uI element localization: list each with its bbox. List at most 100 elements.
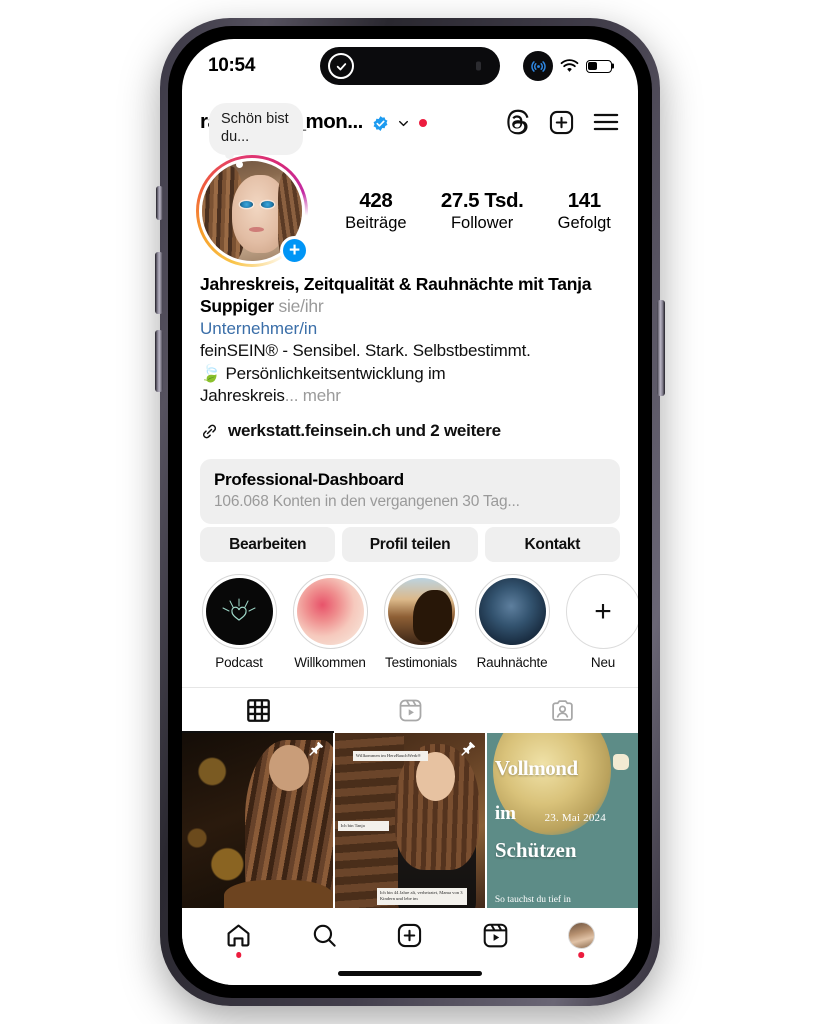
hamburger-menu-icon[interactable]	[592, 111, 620, 133]
bio-line-3-text: Jahreskreis	[200, 386, 285, 406]
tagged-person-icon	[551, 700, 573, 721]
nav-search[interactable]	[296, 914, 352, 958]
tab-tagged[interactable]	[486, 688, 638, 733]
stat-posts[interactable]: 428 Beiträge	[345, 189, 406, 233]
stat-followers[interactable]: 27.5 Tsd. Follower	[441, 189, 524, 233]
highlight-rauhnaechte[interactable]: Rauhnächte	[473, 574, 551, 684]
post-title-line-1: Vollmond	[494, 755, 578, 780]
highlight-cover	[478, 578, 546, 645]
profile-links[interactable]: werkstatt.feinsein.ch und 2 weitere	[200, 421, 620, 441]
reels-icon	[483, 923, 508, 948]
plus-icon: +	[565, 574, 638, 649]
grid-icon	[246, 699, 270, 722]
post-writing[interactable]	[182, 733, 333, 908]
post-title-line-2: im	[494, 803, 516, 824]
share-profile-button[interactable]: Profil teilen	[342, 527, 478, 562]
broadcast-icon	[523, 51, 553, 81]
highlight-cover	[387, 578, 455, 645]
bio-line-3: Jahreskreis... mehr	[200, 385, 620, 407]
display-name-text: Jahreskreis, Zeitqualität & Rauhnächte m…	[200, 274, 592, 317]
tab-reels[interactable]	[334, 688, 486, 733]
nav-home[interactable]	[211, 914, 267, 958]
highlight-label: Podcast	[215, 655, 263, 670]
profile-stats: 428 Beiträge 27.5 Tsd. Follower 141 Gefo…	[308, 189, 638, 233]
stat-following[interactable]: 141 Gefolgt	[558, 189, 611, 233]
status-clock: 10:54	[208, 55, 256, 76]
profile-tabs	[182, 687, 638, 733]
highlight-add-new[interactable]: + Neu	[564, 574, 638, 684]
pin-icon	[309, 741, 323, 756]
profile-notification-dot	[578, 952, 584, 958]
stat-value: 27.5 Tsd.	[440, 189, 524, 212]
highlight-podcast[interactable]: Podcast	[200, 574, 278, 684]
post-subtitle: So tauchst du tief in	[494, 894, 571, 905]
dashboard-subtitle: 106.068 Konten in den vergangenen 30 Tag…	[214, 493, 520, 510]
post-vollmond[interactable]: Vollmond im 23. Mai 2024 Schützen So tau…	[487, 733, 638, 908]
highlight-willkommen[interactable]: Willkommen	[291, 574, 369, 684]
post-caption: Ich bin 44 Jahre alt, verheiratet, Mama …	[376, 888, 468, 905]
profile-action-buttons: Bearbeiten Profil teilen Kontakt	[200, 527, 620, 562]
plus-box-icon	[398, 923, 422, 948]
professional-dashboard-card[interactable]: Professional-Dashboard 106.068 Konten in…	[200, 459, 620, 524]
profile-category: Unternehmer/in	[200, 318, 318, 338]
status-indicators	[523, 51, 612, 81]
edit-profile-button[interactable]: Bearbeiten	[200, 527, 336, 562]
battery-icon	[586, 59, 612, 73]
highlight-testimonials[interactable]: Testimonials	[382, 574, 460, 684]
silent-switch-button[interactable]	[156, 186, 163, 220]
pronouns: sie/ihr	[278, 296, 324, 317]
dynamic-island[interactable]	[320, 47, 500, 85]
highlight-label: Neu	[590, 655, 616, 670]
screenshot-root: 10:54 Schön bist du... + 428 Beiträge 27…	[0, 0, 819, 1024]
tab-grid[interactable]	[182, 688, 334, 733]
plus-box-icon[interactable]	[548, 109, 575, 136]
profile-link-text: werkstatt.feinsein.ch und 2 weitere	[228, 421, 501, 441]
bio-line-2: 🍃 Persönlichkeitsentwicklung im	[200, 363, 446, 383]
profile-bio: Jahreskreis, Zeitqualität & Rauhnächte m…	[182, 273, 638, 441]
power-button[interactable]	[657, 300, 665, 396]
highlight-label: Willkommen	[294, 655, 366, 670]
profile-avatar-wrapper[interactable]: Schön bist du... +	[196, 103, 309, 267]
volume-up-button[interactable]	[155, 252, 163, 314]
dashboard-title: Professional-Dashboard	[214, 470, 404, 489]
front-camera-dot	[476, 61, 481, 71]
profile-summary-row: Schön bist du... + 428 Beiträge 27.5 Tsd…	[182, 103, 638, 271]
highlight-cover	[205, 578, 273, 645]
chevron-down-icon[interactable]	[397, 117, 410, 130]
stat-value: 428	[359, 189, 393, 212]
home-icon	[227, 924, 250, 947]
post-willkommen[interactable]: Willkommen im HerzBauchWerk® Ich bin Tan…	[334, 733, 486, 908]
post-caption: Willkommen im HerzBauchWerk®	[352, 750, 429, 761]
profile-note-bubble[interactable]: Schön bist du...	[209, 103, 303, 160]
search-icon	[313, 924, 336, 947]
reels-icon	[399, 699, 421, 722]
bio-line-1: feinSEIN® - Sensibel. Stark. Selbstbesti…	[200, 340, 531, 360]
pin-icon	[461, 741, 476, 756]
header-actions	[505, 109, 620, 136]
nav-create[interactable]	[382, 914, 438, 958]
wifi-icon	[560, 58, 579, 72]
plus-circle-icon[interactable]: +	[280, 236, 309, 265]
account-notification-dot	[418, 119, 427, 127]
bio-more-link[interactable]: ... mehr	[285, 386, 341, 405]
home-indicator[interactable]	[338, 971, 482, 976]
post-date: 23. Mai 2024	[544, 811, 606, 824]
highlight-label: Testimonials	[385, 655, 457, 670]
highlight-cover	[296, 578, 364, 645]
contact-button[interactable]: Kontakt	[484, 527, 620, 562]
threads-icon[interactable]	[505, 109, 531, 135]
stat-label: Follower	[450, 214, 514, 232]
post-title-line-3: Schützen	[494, 838, 577, 862]
highlight-label: Rauhnächte	[476, 655, 548, 670]
nav-reels[interactable]	[468, 914, 524, 958]
stat-value: 141	[567, 189, 601, 212]
stat-label: Beiträge	[345, 214, 407, 232]
heart-rays-icon	[222, 598, 256, 621]
verified-badge-icon	[373, 115, 388, 131]
home-notification-dot	[236, 952, 242, 958]
volume-down-button[interactable]	[155, 330, 163, 392]
display-name: Jahreskreis, Zeitqualität & Rauhnächte m…	[200, 273, 620, 318]
nav-profile[interactable]	[553, 914, 609, 958]
status-bar: 10:54	[182, 39, 638, 93]
check-circle-icon	[328, 53, 354, 79]
